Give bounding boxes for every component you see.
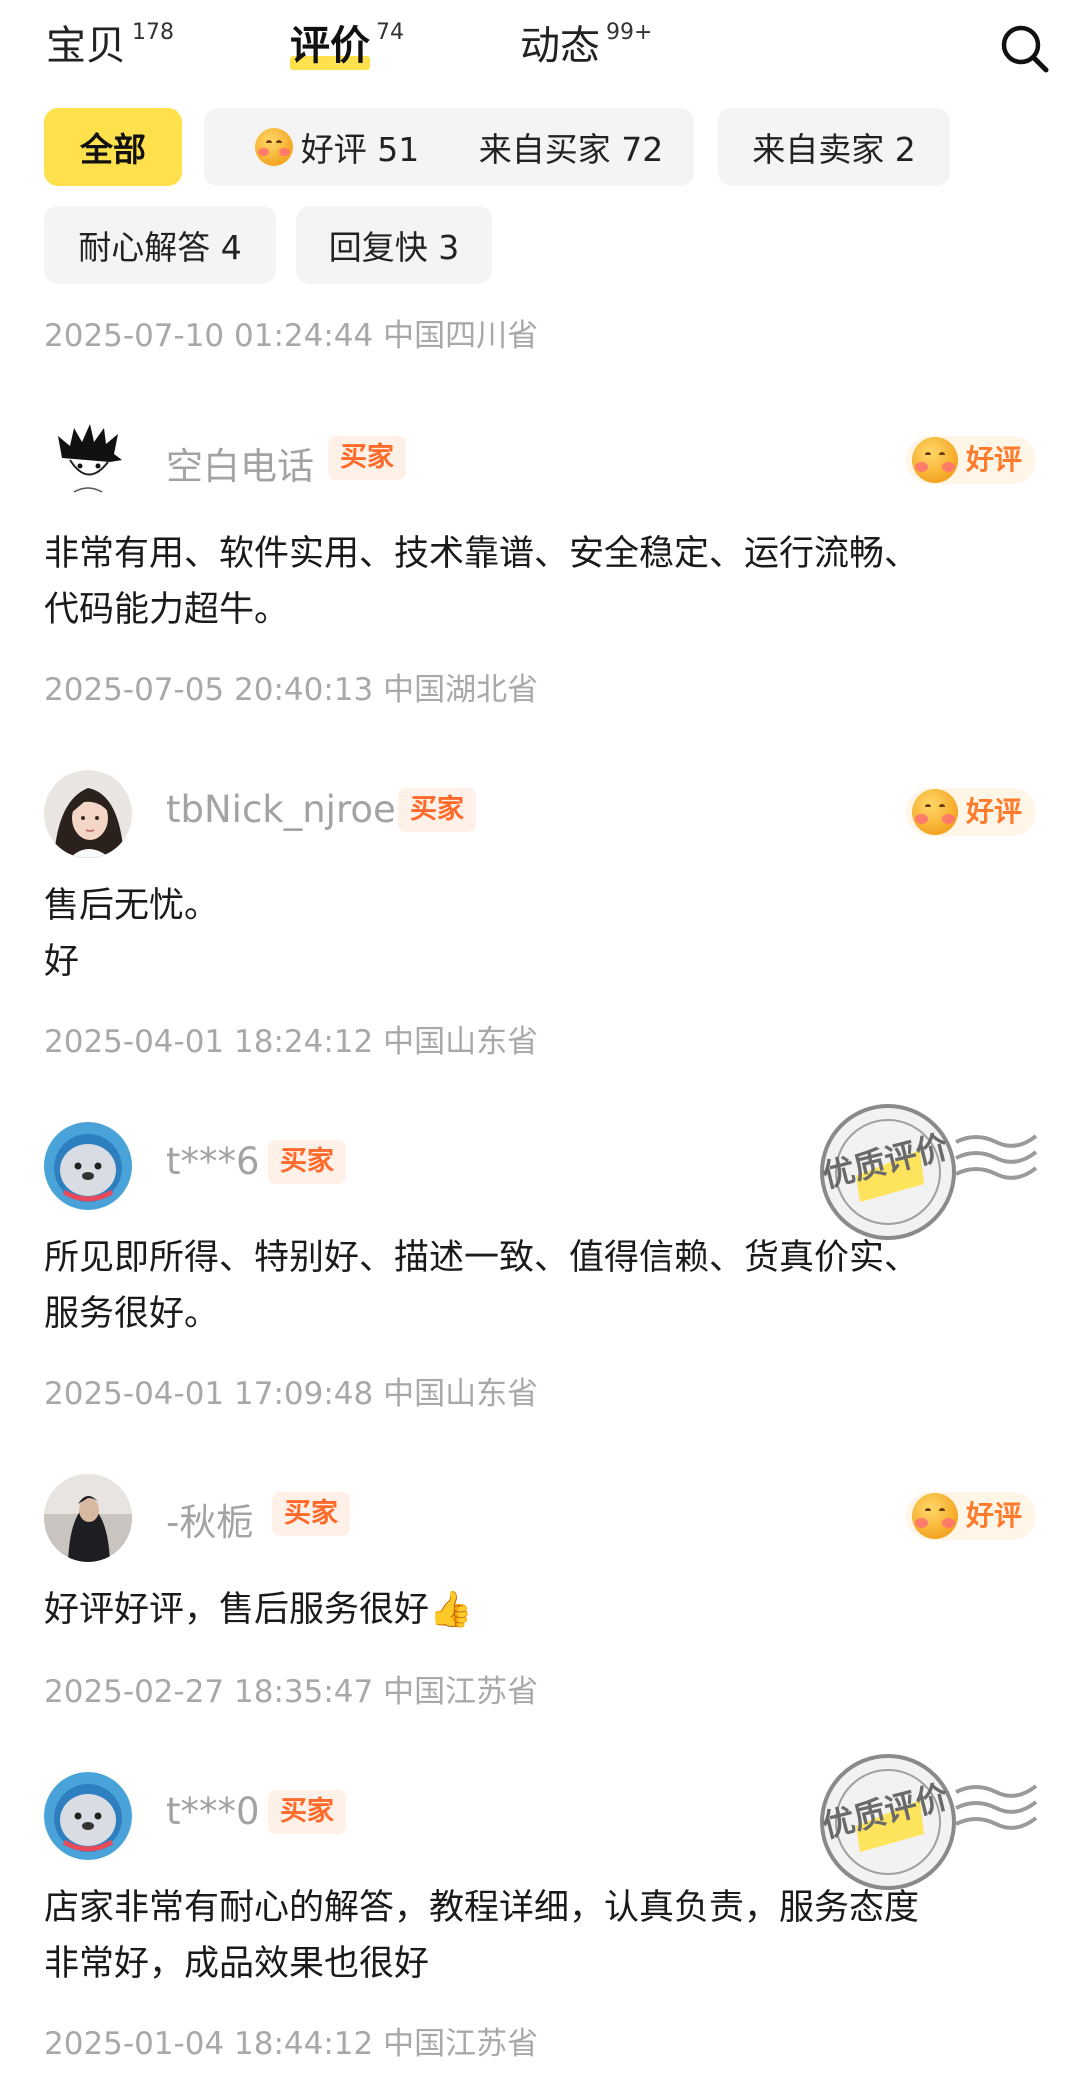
tab-activity-label: 动态	[520, 23, 600, 69]
filter-quick-reply[interactable]: 回复快 3	[296, 206, 492, 284]
tab-activity[interactable]: 动态 99+	[520, 18, 652, 74]
avatar[interactable]	[44, 418, 132, 506]
avatar[interactable]	[44, 1122, 132, 1210]
good-rating-label: 好评	[965, 1499, 1022, 1532]
avatar[interactable]	[44, 1772, 132, 1860]
review-text: 好评好评，售后服务很好👍	[44, 1590, 473, 1630]
filter-patient-answer-label: 耐心解答 4	[78, 228, 242, 267]
filter-good-rating[interactable]: 好评 51	[204, 108, 470, 186]
good-rating-label: 好评	[965, 795, 1022, 828]
filter-quick-reply-label: 回复快 3	[328, 228, 460, 267]
good-rating-badge: 好评	[905, 1492, 1036, 1540]
review-meta: 2025-04-01 18:24:12 中国山东省	[44, 1024, 539, 1060]
review-text: 所见即所得、特别好、描述一致、值得信赖、货真价实、 服务很好。	[44, 1238, 920, 1334]
filter-all[interactable]: 全部	[44, 108, 182, 186]
buyer-badge: 买家	[268, 1790, 346, 1834]
review-meta: 2025-07-10 01:24:44 中国四川省	[44, 318, 539, 354]
review-text: 店家非常有耐心的解答，教程详细，认真负责，服务态度 非常好，成品效果也很好	[44, 1888, 920, 1984]
username[interactable]: 空白电话	[166, 436, 314, 490]
buyer-badge: 买家	[328, 436, 406, 480]
filter-all-label: 全部	[80, 130, 146, 169]
filter-from-seller-label: 来自卖家 2	[752, 130, 916, 169]
review-meta: 2025-02-27 18:35:47 中国江苏省	[44, 1674, 539, 1710]
username[interactable]: tbNick_njroe	[166, 788, 396, 831]
tab-reviews-label: 评价	[290, 18, 370, 74]
review-meta: 2025-01-04 18:44:12 中国江苏省	[44, 2026, 539, 2062]
buyer-badge: 买家	[398, 788, 476, 832]
username[interactable]: t***0	[166, 1790, 260, 1833]
tab-items-label: 宝贝	[46, 23, 126, 69]
review-meta: 2025-04-01 17:09:48 中国山东省	[44, 1376, 539, 1412]
excellent-review-stamp: 优质评价	[816, 1752, 1046, 1892]
search-icon[interactable]	[1000, 24, 1050, 74]
avatar[interactable]	[44, 770, 132, 858]
avatar[interactable]	[44, 1474, 132, 1562]
filter-from-buyer[interactable]: 来自买家 72	[448, 108, 694, 186]
good-rating-badge: 好评	[905, 788, 1036, 836]
review-text: 售后无忧。 好	[44, 886, 220, 982]
good-rating-emoji-icon	[911, 789, 958, 835]
tab-items-count: 178	[132, 20, 174, 45]
tab-activity-count: 99+	[606, 20, 653, 45]
filter-from-buyer-label: 来自买家 72	[478, 130, 664, 169]
username[interactable]: -秋栀	[166, 1492, 253, 1546]
tab-reviews[interactable]: 评价 74	[290, 18, 404, 74]
good-rating-badge: 好评	[905, 436, 1036, 484]
buyer-badge: 买家	[268, 1140, 346, 1184]
good-rating-emoji-icon	[911, 437, 958, 483]
filter-patient-answer[interactable]: 耐心解答 4	[44, 206, 276, 284]
good-rating-emoji-icon	[911, 1493, 958, 1539]
buyer-badge: 买家	[272, 1492, 350, 1536]
filter-from-seller[interactable]: 来自卖家 2	[718, 108, 950, 186]
tab-reviews-count: 74	[376, 20, 404, 45]
filter-good-rating-label: 好评 51	[300, 130, 420, 169]
username[interactable]: t***6	[166, 1140, 260, 1183]
excellent-review-stamp: 优质评价	[816, 1102, 1046, 1242]
review-meta: 2025-07-05 20:40:13 中国湖北省	[44, 672, 539, 708]
tab-items[interactable]: 宝贝 178	[46, 18, 174, 74]
good-rating-label: 好评	[965, 443, 1022, 476]
review-text: 非常有用、软件实用、技术靠谱、安全稳定、运行流畅、 代码能力超牛。	[44, 534, 920, 630]
good-rating-emoji-icon	[254, 128, 293, 166]
top-tab-bar: 宝贝 178 评价 74 动态 99+	[0, 0, 1080, 100]
